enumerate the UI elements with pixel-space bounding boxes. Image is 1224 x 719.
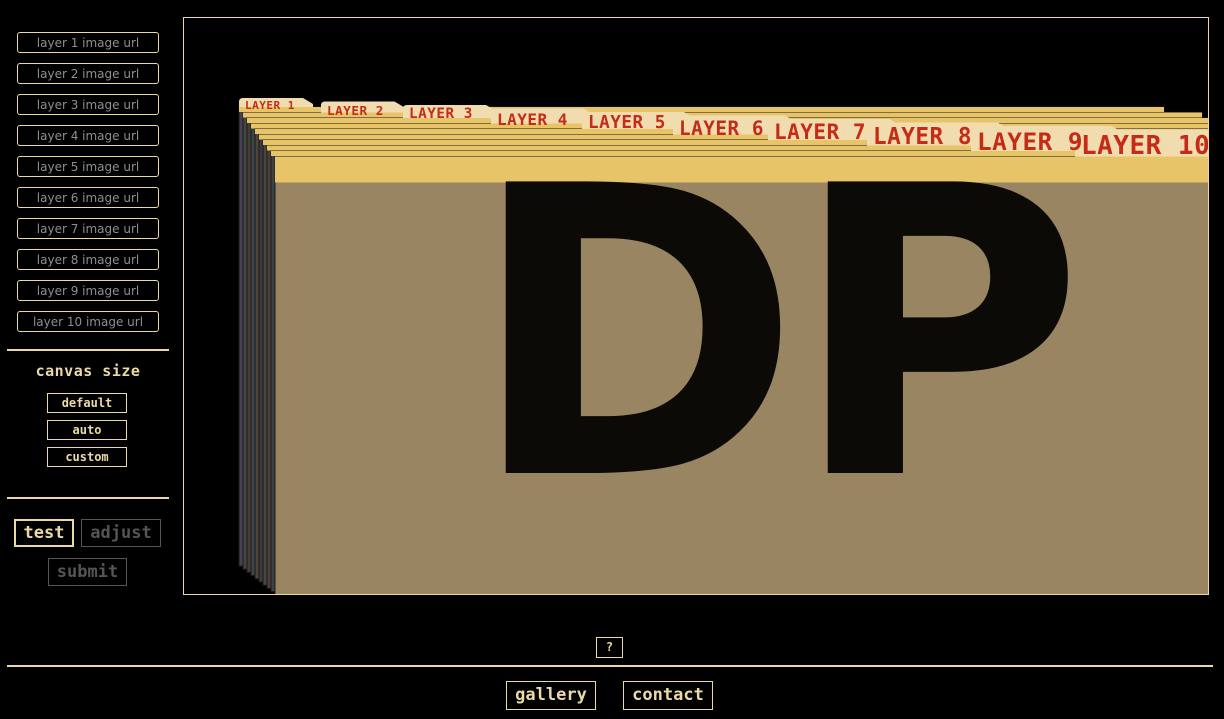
submit-button[interactable]: submit (48, 558, 127, 586)
layer-6-url-input[interactable] (17, 187, 159, 208)
layer-10-artwork-text: DP (469, 103, 1074, 568)
layer-7-url-input[interactable] (17, 218, 159, 239)
layer-1-tab-label: LAYER 1 (245, 99, 295, 112)
layer-2-url-input[interactable] (17, 63, 159, 84)
layer-10-sheet: DP (274, 103, 1208, 594)
layer-7-tab-label: LAYER 7 (774, 120, 867, 144)
sidebar-divider (7, 497, 169, 499)
layer-9-url-input[interactable] (17, 280, 159, 301)
layer-1-url-input[interactable] (17, 32, 159, 53)
layer-4-url-input[interactable] (17, 125, 159, 146)
sidebar-divider (7, 349, 169, 351)
layer-10-url-input[interactable] (17, 311, 159, 332)
layer-10-tab-label: LAYER 10 (1081, 130, 1209, 161)
preview-canvas[interactable]: DPDPDPDPDP LAYER 1LAYER 2LAYER 3LAYER 4L… (183, 17, 1209, 595)
layer-5-url-input[interactable] (17, 156, 159, 177)
canvas-size-auto-button[interactable]: auto (47, 420, 127, 440)
adjust-button[interactable]: adjust (81, 519, 161, 547)
canvas-size-title: canvas size (35, 362, 141, 380)
help-button[interactable]: ? (596, 637, 623, 658)
layer-5-tab-label: LAYER 5 (588, 113, 666, 133)
layer-9-tab-label: LAYER 9 (977, 127, 1084, 156)
layer-4-tab-label: LAYER 4 (497, 109, 568, 129)
canvas-size-custom-button[interactable]: custom (47, 447, 127, 467)
layer-8-tab-label: LAYER 8 (873, 123, 972, 150)
layer-8-url-input[interactable] (17, 249, 159, 270)
layer-3-tab-label: LAYER 3 (409, 106, 473, 122)
gallery-link[interactable]: gallery (506, 681, 596, 710)
canvas-size-default-button[interactable]: default (47, 393, 127, 413)
layer-3-url-input[interactable] (17, 94, 159, 115)
layer-6-tab-label: LAYER 6 (679, 116, 764, 140)
layer-2-tab-label: LAYER 2 (327, 102, 384, 118)
test-button[interactable]: test (14, 519, 74, 547)
contact-link[interactable]: contact (623, 681, 713, 710)
footer-divider (7, 665, 1213, 667)
